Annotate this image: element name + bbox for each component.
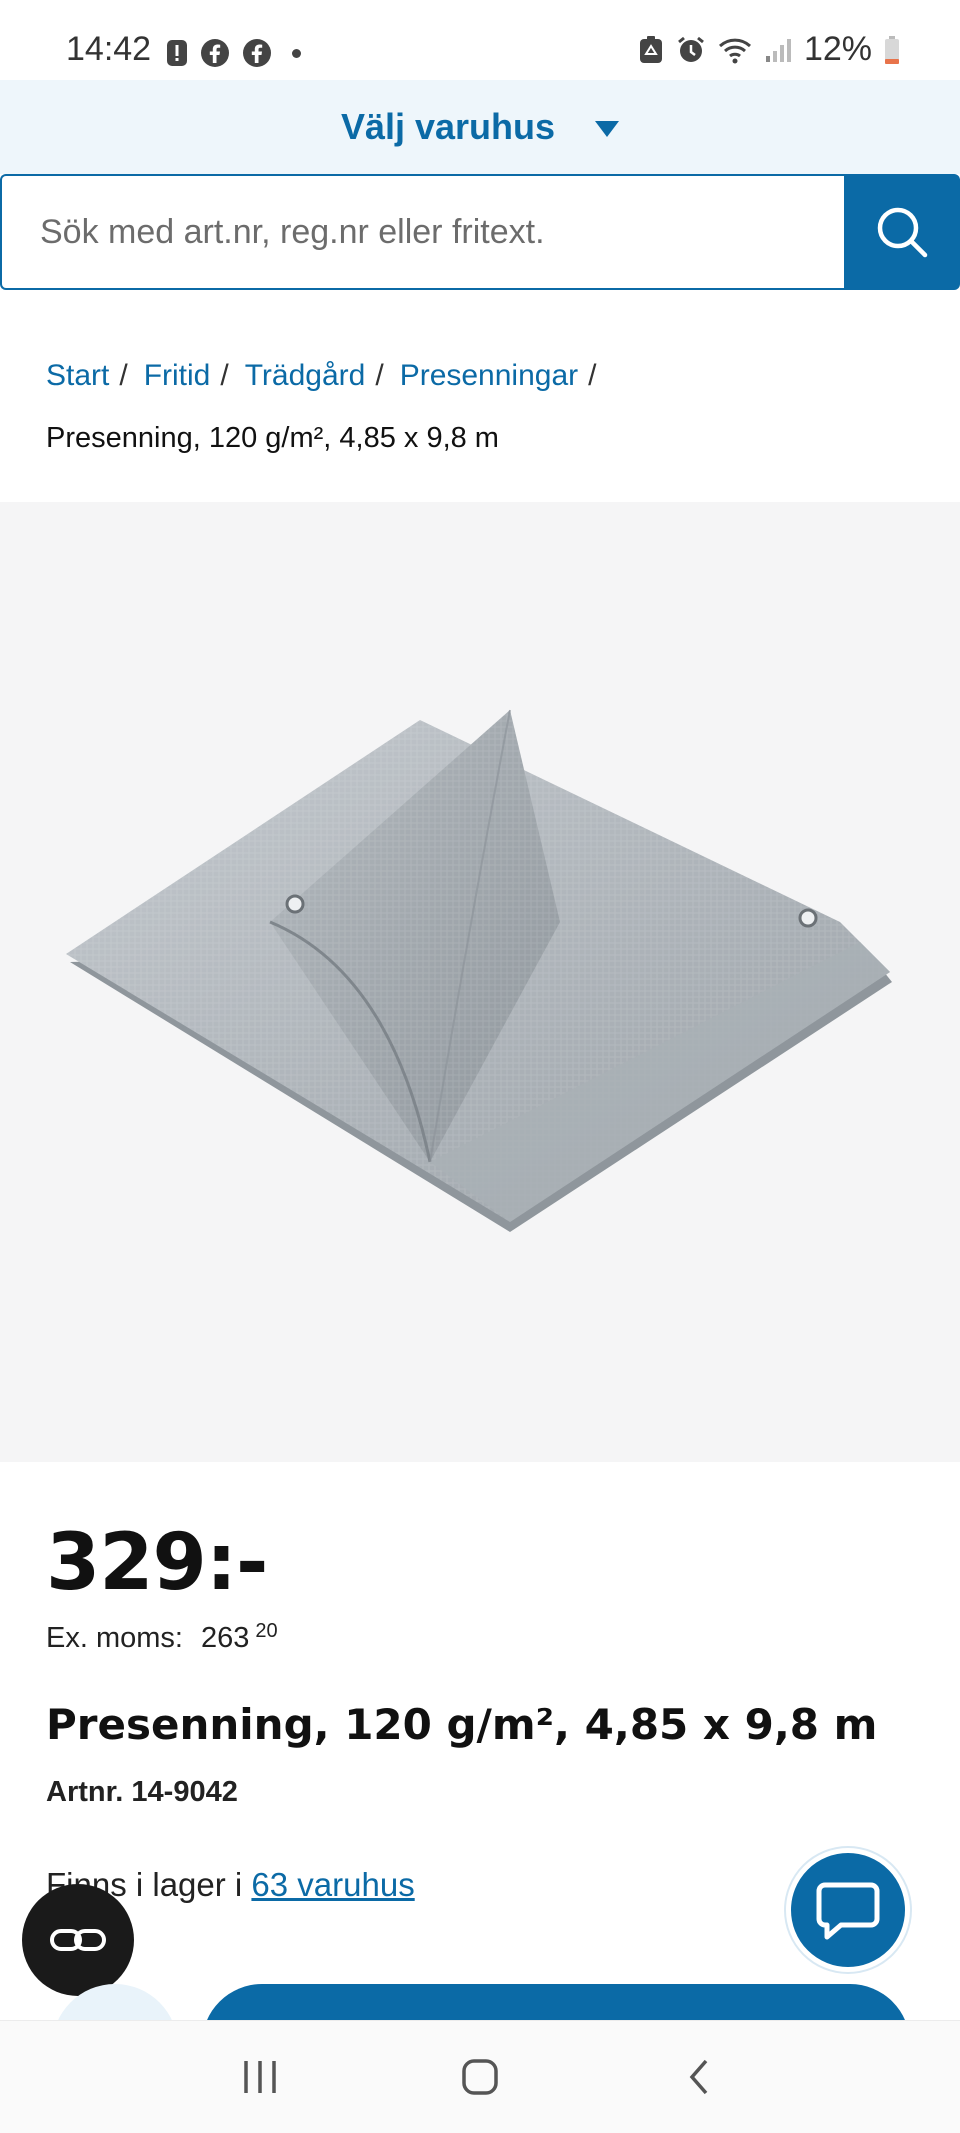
alarm-icon [678, 36, 704, 62]
breadcrumb-separator: / [375, 359, 384, 392]
breadcrumb-link-fritid[interactable]: Fritid [144, 356, 211, 396]
recycle-icon [639, 35, 662, 63]
recent-apps-icon [244, 2061, 276, 2093]
ex-vat-label: Ex. moms: [46, 1622, 183, 1654]
product-image[interactable] [0, 502, 960, 1462]
stock-stores-link[interactable]: 63 varuhus [251, 1866, 414, 1903]
article-number: Artnr. 14-9042 [46, 1776, 238, 1808]
link-icon [50, 1929, 106, 1951]
search-button[interactable] [844, 174, 960, 290]
breadcrumb-link-start[interactable]: Start [46, 356, 109, 396]
breadcrumb-link-tradgard[interactable]: Trädgård [245, 356, 366, 396]
chat-icon [816, 1882, 880, 1940]
battery-icon [885, 35, 899, 64]
breadcrumb-separator: / [588, 359, 597, 392]
recent-apps-button[interactable] [220, 2037, 300, 2117]
store-selector[interactable]: Välj varuhus [0, 80, 960, 174]
tarpaulin-image [66, 709, 892, 1232]
search-bar [0, 174, 960, 290]
notification-icon [167, 40, 187, 66]
caret-down-icon[interactable] [595, 121, 620, 137]
back-button[interactable] [660, 2037, 740, 2117]
home-icon [462, 2059, 498, 2095]
facebook-icon [201, 39, 229, 67]
breadcrumb-separator: / [220, 359, 229, 392]
breadcrumb-separator: / [119, 359, 128, 392]
product-title: Presenning, 120 g/m², 4,85 x 9,8 m [46, 1700, 878, 1749]
chat-button[interactable] [786, 1848, 910, 1972]
compare-button[interactable] [22, 1884, 134, 1996]
back-icon [689, 2059, 708, 2095]
status-bar: 14:42 12% [0, 0, 960, 80]
status-icons-left [166, 38, 301, 68]
status-time: 14:42 [66, 30, 152, 68]
breadcrumb-link-presenningar[interactable]: Presenningar [400, 356, 578, 396]
home-button[interactable] [440, 2037, 520, 2117]
price-ex-vat: Ex. moms: 263 20 [46, 1620, 278, 1655]
ex-vat-decimals: 20 [255, 1620, 278, 1642]
search-icon [877, 207, 928, 258]
dot-icon [292, 48, 301, 58]
product-price: 329:- [46, 1518, 268, 1608]
battery-percent: 12% [803, 30, 872, 68]
signal-icon [765, 38, 791, 62]
search-input[interactable] [0, 174, 844, 290]
wifi-icon [718, 38, 751, 63]
ex-vat-value: 263 [200, 1622, 250, 1654]
status-icons-right: 12% [638, 30, 900, 69]
system-nav-bar [0, 2020, 960, 2133]
breadcrumb-current: Presenning, 120 g/m², 4,85 x 9,8 m [46, 422, 499, 454]
store-selector-label[interactable]: Välj varuhus [341, 106, 555, 148]
facebook-icon [243, 39, 271, 67]
breadcrumb: Start / Fritid / Trädgård / Presenningar… [46, 356, 926, 458]
